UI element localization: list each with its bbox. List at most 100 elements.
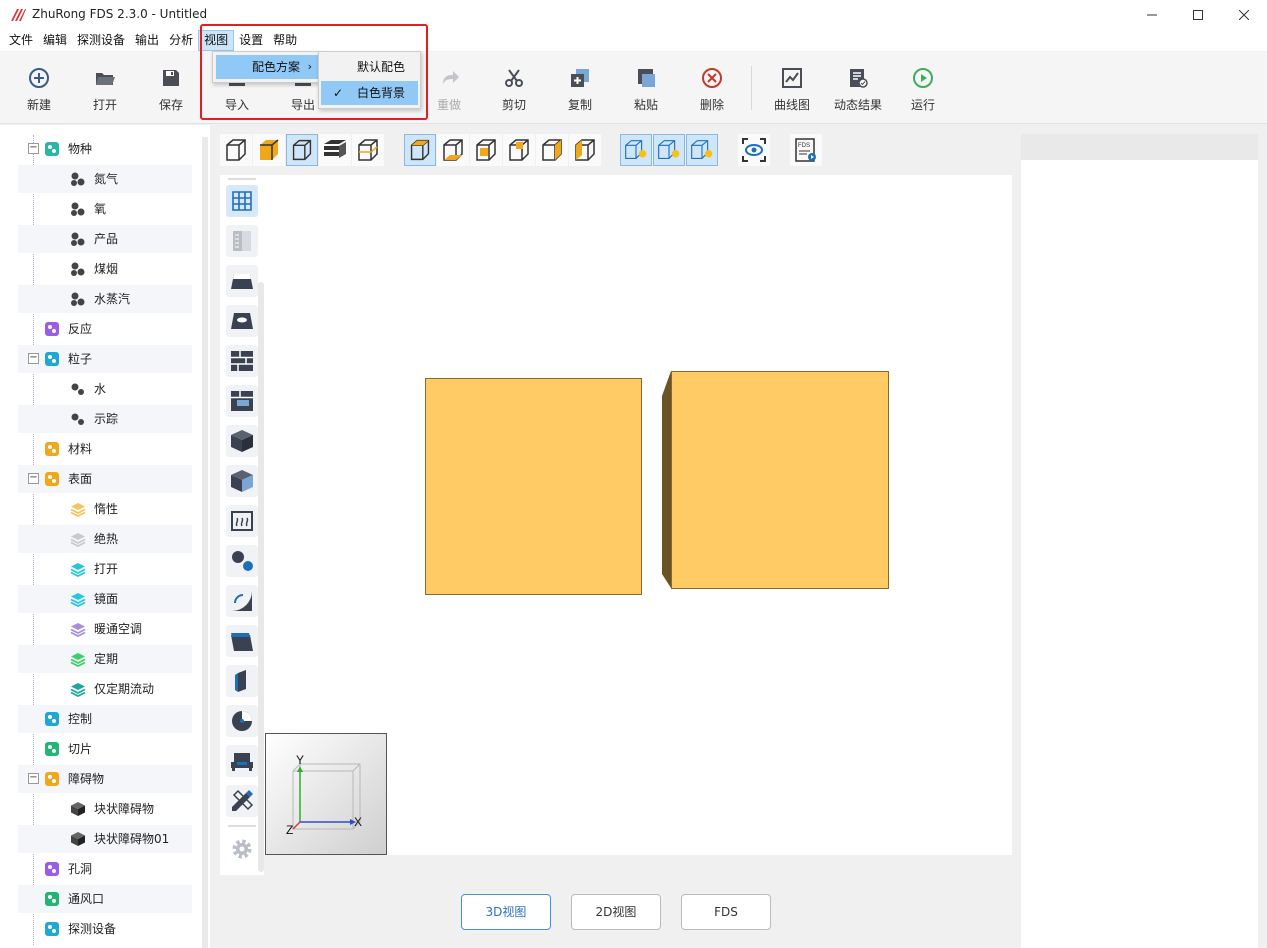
- copy-button[interactable]: 复制: [552, 66, 608, 116]
- door-tool[interactable]: [226, 665, 258, 697]
- view-solid-button[interactable]: [253, 134, 285, 166]
- tree-item[interactable]: 定期: [18, 645, 192, 673]
- tab-3d-view[interactable]: 3D视图: [461, 894, 551, 930]
- collapse-icon[interactable]: −: [28, 473, 39, 484]
- save-button[interactable]: 保存: [143, 66, 199, 116]
- cut-button[interactable]: 剪切: [486, 66, 542, 116]
- close-icon: [1239, 10, 1249, 20]
- chart-button[interactable]: 曲线图: [764, 66, 820, 116]
- view-layers-button[interactable]: [319, 134, 351, 166]
- slice-plane-tool[interactable]: [226, 625, 258, 657]
- tree-item[interactable]: 产品: [18, 225, 192, 253]
- view-iso-button[interactable]: [404, 134, 436, 166]
- view-back-button[interactable]: [503, 134, 535, 166]
- tree-item[interactable]: 通风口: [18, 885, 192, 913]
- heat-vent-tool[interactable]: [226, 505, 258, 537]
- collapse-icon[interactable]: −: [28, 353, 39, 364]
- tab-2d-view[interactable]: 2D视图: [571, 894, 661, 930]
- tree-item[interactable]: 水: [18, 375, 192, 403]
- tree-item[interactable]: 块状障碍物: [18, 795, 192, 823]
- tree-item[interactable]: 打开: [18, 555, 192, 583]
- collapse-icon[interactable]: −: [28, 143, 39, 154]
- tree-item[interactable]: 绝热: [18, 525, 192, 553]
- redo-button[interactable]: 重做: [421, 66, 477, 116]
- run-button[interactable]: 运行: [895, 66, 951, 116]
- grid-tool[interactable]: [226, 185, 258, 217]
- fit-view-button[interactable]: [738, 134, 770, 166]
- main-toolbar: 新建 打开 保存 导入 导出 重做 剪切 复制 粘贴 删除 曲线图 动态结果 运…: [0, 52, 1267, 124]
- tree-item[interactable]: − 物种: [18, 135, 192, 163]
- minimize-button[interactable]: [1129, 0, 1175, 30]
- settings-tool[interactable]: [226, 833, 258, 865]
- view-wireframe-button[interactable]: [220, 134, 252, 166]
- tree-item[interactable]: 水蒸汽: [18, 285, 192, 313]
- view-right-button[interactable]: [569, 134, 601, 166]
- hole-tool[interactable]: [226, 305, 258, 337]
- light-3-button[interactable]: [686, 134, 718, 166]
- left-view-icon: [542, 139, 562, 161]
- save-icon: [163, 70, 179, 86]
- tree-item[interactable]: − 表面: [18, 465, 192, 493]
- tree-item[interactable]: − 粒子: [18, 345, 192, 373]
- tree-item-label: 通风口: [68, 892, 105, 906]
- tree-item-label: 块状障碍物: [94, 802, 155, 816]
- paste-button[interactable]: 粘贴: [618, 66, 674, 116]
- maximize-button[interactable]: [1175, 0, 1221, 30]
- view-slice-button[interactable]: [352, 134, 384, 166]
- surface-block-tool[interactable]: [226, 465, 258, 497]
- tree-item[interactable]: 切片: [18, 735, 192, 763]
- tree-item[interactable]: 控制: [18, 705, 192, 733]
- tab-fds[interactable]: FDS: [681, 894, 771, 930]
- delete-button[interactable]: 删除: [684, 66, 740, 116]
- tree-item[interactable]: 惰性: [18, 495, 192, 523]
- menu-analysis[interactable]: 分析: [164, 30, 198, 51]
- line-chart-icon: [782, 68, 802, 88]
- open-button[interactable]: 打开: [77, 66, 133, 116]
- close-button[interactable]: [1221, 0, 1267, 30]
- tree-item[interactable]: 示踪: [18, 405, 192, 433]
- tree-item[interactable]: 煤烟: [18, 255, 192, 283]
- dynamic-result-button[interactable]: 动态结果: [830, 66, 886, 116]
- tree-item[interactable]: 反应: [18, 315, 192, 343]
- tree-item[interactable]: 氮气: [18, 165, 192, 193]
- view-front-button[interactable]: [470, 134, 502, 166]
- tree-item[interactable]: 氧: [18, 195, 192, 223]
- draw-tool[interactable]: [226, 785, 258, 817]
- fan-tool[interactable]: [226, 705, 258, 737]
- collapse-icon[interactable]: −: [28, 773, 39, 784]
- new-button[interactable]: 新建: [11, 66, 67, 116]
- hole-icon: [231, 313, 253, 329]
- ruler-tool[interactable]: [226, 225, 258, 257]
- tree-item[interactable]: 孔洞: [18, 855, 192, 883]
- tree-item[interactable]: − 障碍物: [18, 765, 192, 793]
- tree-item[interactable]: 材料: [18, 435, 192, 463]
- view-left-button[interactable]: [536, 134, 568, 166]
- light-2-button[interactable]: [653, 134, 685, 166]
- menu-edit[interactable]: 编辑: [38, 30, 72, 51]
- vent-wall-tool[interactable]: [226, 385, 258, 417]
- view-bottom-button[interactable]: [437, 134, 469, 166]
- light-1-button[interactable]: [620, 134, 652, 166]
- tree-item[interactable]: 块状障碍物01: [18, 825, 192, 853]
- tree-item-label: 煤烟: [94, 262, 119, 276]
- tree-item[interactable]: 暖通空调: [18, 615, 192, 643]
- tree-scrollbar[interactable]: [202, 137, 208, 948]
- side-toolbar-scrollbar[interactable]: [258, 282, 264, 872]
- properties-panel-header: [1021, 134, 1258, 160]
- menu-devices[interactable]: 探测设备: [72, 30, 130, 51]
- menu-file[interactable]: 文件: [4, 30, 38, 51]
- block-tool[interactable]: [226, 425, 258, 457]
- view-outline-button[interactable]: [286, 134, 318, 166]
- furniture-tool[interactable]: [226, 745, 258, 777]
- menu-output[interactable]: 输出: [130, 30, 164, 51]
- particle-tool[interactable]: [226, 545, 258, 577]
- obstruction-block-1[interactable]: [425, 378, 642, 595]
- tree-item[interactable]: 仅定期流动: [18, 675, 192, 703]
- tree-item[interactable]: 探测设备: [18, 915, 192, 943]
- tree-item[interactable]: 镜面: [18, 585, 192, 613]
- sprinkler-tool[interactable]: [226, 585, 258, 617]
- mesh-tool[interactable]: [226, 265, 258, 297]
- fds-file-button[interactable]: FDS: [790, 134, 822, 166]
- wall-tool[interactable]: [226, 345, 258, 377]
- obstruction-block-2[interactable]: [661, 371, 891, 591]
